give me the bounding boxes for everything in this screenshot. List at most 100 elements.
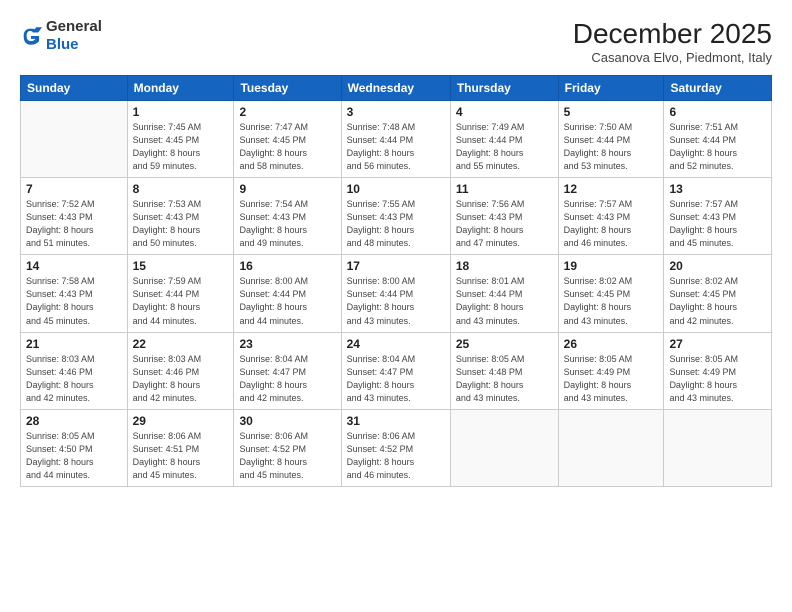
- day-number: 27: [669, 337, 766, 351]
- calendar-header-thursday: Thursday: [450, 76, 558, 101]
- calendar-cell: 28 Sunrise: 8:05 AM Sunset: 4:50 PM Dayli…: [21, 409, 128, 486]
- logo-general: General: [46, 18, 102, 35]
- calendar: SundayMondayTuesdayWednesdayThursdayFrid…: [20, 75, 772, 487]
- logo: General Blue: [20, 18, 102, 54]
- calendar-cell: 24 Sunrise: 8:04 AM Sunset: 4:47 PM Dayli…: [341, 332, 450, 409]
- day-info: Sunrise: 8:06 AM Sunset: 4:52 PM Dayligh…: [239, 430, 335, 482]
- logo-text: General Blue: [46, 18, 102, 54]
- day-info: Sunrise: 8:06 AM Sunset: 4:51 PM Dayligh…: [133, 430, 229, 482]
- calendar-cell: 5 Sunrise: 7:50 AM Sunset: 4:44 PM Daylig…: [558, 101, 664, 178]
- calendar-week-3: 14 Sunrise: 7:58 AM Sunset: 4:43 PM Dayli…: [21, 255, 772, 332]
- calendar-cell: 6 Sunrise: 7:51 AM Sunset: 4:44 PM Daylig…: [664, 101, 772, 178]
- day-info: Sunrise: 7:57 AM Sunset: 4:43 PM Dayligh…: [564, 198, 659, 250]
- day-number: 18: [456, 259, 553, 273]
- calendar-cell: 26 Sunrise: 8:05 AM Sunset: 4:49 PM Dayli…: [558, 332, 664, 409]
- day-number: 23: [239, 337, 335, 351]
- calendar-cell: 11 Sunrise: 7:56 AM Sunset: 4:43 PM Dayli…: [450, 178, 558, 255]
- calendar-cell: 4Sunrise: 7:49 AM Sunset: 4:44 PM Daylig…: [450, 101, 558, 178]
- calendar-cell: 25Sunrise: 8:05 AM Sunset: 4:48 PM Dayli…: [450, 332, 558, 409]
- day-info: Sunrise: 7:58 AM Sunset: 4:43 PM Dayligh…: [26, 275, 122, 327]
- day-number: 20: [669, 259, 766, 273]
- day-info: Sunrise: 7:57 AM Sunset: 4:43 PM Dayligh…: [669, 198, 766, 250]
- calendar-cell: 31 Sunrise: 8:06 AM Sunset: 4:52 PM Dayli…: [341, 409, 450, 486]
- day-number: 22: [133, 337, 229, 351]
- day-info: Sunrise: 7:47 AM Sunset: 4:45 PM Dayligh…: [239, 121, 335, 173]
- calendar-cell: 29 Sunrise: 8:06 AM Sunset: 4:51 PM Dayli…: [127, 409, 234, 486]
- calendar-cell: 13 Sunrise: 7:57 AM Sunset: 4:43 PM Dayli…: [664, 178, 772, 255]
- calendar-cell: 15 Sunrise: 7:59 AM Sunset: 4:44 PM Dayli…: [127, 255, 234, 332]
- day-number: 2: [239, 105, 335, 119]
- day-info: Sunrise: 8:06 AM Sunset: 4:52 PM Dayligh…: [347, 430, 445, 482]
- calendar-cell: 7 Sunrise: 7:52 AM Sunset: 4:43 PM Daylig…: [21, 178, 128, 255]
- calendar-header-tuesday: Tuesday: [234, 76, 341, 101]
- day-number: 28: [26, 414, 122, 428]
- calendar-cell: 23Sunrise: 8:04 AM Sunset: 4:47 PM Dayli…: [234, 332, 341, 409]
- day-number: 5: [564, 105, 659, 119]
- day-number: 16: [239, 259, 335, 273]
- day-info: Sunrise: 8:05 AM Sunset: 4:50 PM Dayligh…: [26, 430, 122, 482]
- day-info: Sunrise: 8:02 AM Sunset: 4:45 PM Dayligh…: [669, 275, 766, 327]
- day-info: Sunrise: 7:53 AM Sunset: 4:43 PM Dayligh…: [133, 198, 229, 250]
- day-info: Sunrise: 7:51 AM Sunset: 4:44 PM Dayligh…: [669, 121, 766, 173]
- calendar-cell: 20 Sunrise: 8:02 AM Sunset: 4:45 PM Dayli…: [664, 255, 772, 332]
- calendar-cell: 16 Sunrise: 8:00 AM Sunset: 4:44 PM Dayli…: [234, 255, 341, 332]
- day-number: 7: [26, 182, 122, 196]
- calendar-cell: 22 Sunrise: 8:03 AM Sunset: 4:46 PM Dayli…: [127, 332, 234, 409]
- day-info: Sunrise: 8:00 AM Sunset: 4:44 PM Dayligh…: [347, 275, 445, 327]
- day-info: Sunrise: 7:59 AM Sunset: 4:44 PM Dayligh…: [133, 275, 229, 327]
- day-info: Sunrise: 7:45 AM Sunset: 4:45 PM Dayligh…: [133, 121, 229, 173]
- calendar-week-4: 21 Sunrise: 8:03 AM Sunset: 4:46 PM Dayli…: [21, 332, 772, 409]
- day-info: Sunrise: 8:00 AM Sunset: 4:44 PM Dayligh…: [239, 275, 335, 327]
- day-info: Sunrise: 8:04 AM Sunset: 4:47 PM Dayligh…: [347, 353, 445, 405]
- day-number: 12: [564, 182, 659, 196]
- calendar-cell: 21 Sunrise: 8:03 AM Sunset: 4:46 PM Dayli…: [21, 332, 128, 409]
- day-number: 19: [564, 259, 659, 273]
- calendar-header-saturday: Saturday: [664, 76, 772, 101]
- day-number: 30: [239, 414, 335, 428]
- location: Casanova Elvo, Piedmont, Italy: [573, 50, 772, 65]
- title-block: December 2025 Casanova Elvo, Piedmont, I…: [573, 18, 772, 65]
- day-info: Sunrise: 7:50 AM Sunset: 4:44 PM Dayligh…: [564, 121, 659, 173]
- calendar-week-1: 1Sunrise: 7:45 AM Sunset: 4:45 PM Daylig…: [21, 101, 772, 178]
- calendar-cell: 3Sunrise: 7:48 AM Sunset: 4:44 PM Daylig…: [341, 101, 450, 178]
- calendar-cell: 8 Sunrise: 7:53 AM Sunset: 4:43 PM Daylig…: [127, 178, 234, 255]
- day-info: Sunrise: 8:03 AM Sunset: 4:46 PM Dayligh…: [133, 353, 229, 405]
- day-info: Sunrise: 8:02 AM Sunset: 4:45 PM Dayligh…: [564, 275, 659, 327]
- month-title: December 2025: [573, 18, 772, 50]
- calendar-cell: 30 Sunrise: 8:06 AM Sunset: 4:52 PM Dayli…: [234, 409, 341, 486]
- day-number: 24: [347, 337, 445, 351]
- day-info: Sunrise: 7:56 AM Sunset: 4:43 PM Dayligh…: [456, 198, 553, 250]
- day-number: 15: [133, 259, 229, 273]
- calendar-header-wednesday: Wednesday: [341, 76, 450, 101]
- calendar-cell: [558, 409, 664, 486]
- day-number: 13: [669, 182, 766, 196]
- calendar-header-friday: Friday: [558, 76, 664, 101]
- calendar-cell: 14 Sunrise: 7:58 AM Sunset: 4:43 PM Dayli…: [21, 255, 128, 332]
- calendar-cell: 10Sunrise: 7:55 AM Sunset: 4:43 PM Dayli…: [341, 178, 450, 255]
- calendar-cell: [21, 101, 128, 178]
- day-number: 26: [564, 337, 659, 351]
- day-number: 21: [26, 337, 122, 351]
- day-number: 6: [669, 105, 766, 119]
- calendar-cell: 19 Sunrise: 8:02 AM Sunset: 4:45 PM Dayli…: [558, 255, 664, 332]
- day-info: Sunrise: 8:05 AM Sunset: 4:49 PM Dayligh…: [564, 353, 659, 405]
- day-number: 29: [133, 414, 229, 428]
- calendar-cell: 1Sunrise: 7:45 AM Sunset: 4:45 PM Daylig…: [127, 101, 234, 178]
- day-info: Sunrise: 7:52 AM Sunset: 4:43 PM Dayligh…: [26, 198, 122, 250]
- day-info: Sunrise: 7:48 AM Sunset: 4:44 PM Dayligh…: [347, 121, 445, 173]
- day-number: 11: [456, 182, 553, 196]
- calendar-cell: 9Sunrise: 7:54 AM Sunset: 4:43 PM Daylig…: [234, 178, 341, 255]
- day-number: 9: [239, 182, 335, 196]
- day-info: Sunrise: 8:01 AM Sunset: 4:44 PM Dayligh…: [456, 275, 553, 327]
- day-info: Sunrise: 8:05 AM Sunset: 4:48 PM Dayligh…: [456, 353, 553, 405]
- calendar-cell: [450, 409, 558, 486]
- day-number: 8: [133, 182, 229, 196]
- day-number: 10: [347, 182, 445, 196]
- calendar-cell: 18 Sunrise: 8:01 AM Sunset: 4:44 PM Dayli…: [450, 255, 558, 332]
- calendar-cell: 27 Sunrise: 8:05 AM Sunset: 4:49 PM Dayli…: [664, 332, 772, 409]
- day-info: Sunrise: 8:05 AM Sunset: 4:49 PM Dayligh…: [669, 353, 766, 405]
- logo-icon: [20, 25, 42, 47]
- day-info: Sunrise: 8:03 AM Sunset: 4:46 PM Dayligh…: [26, 353, 122, 405]
- day-number: 31: [347, 414, 445, 428]
- day-number: 14: [26, 259, 122, 273]
